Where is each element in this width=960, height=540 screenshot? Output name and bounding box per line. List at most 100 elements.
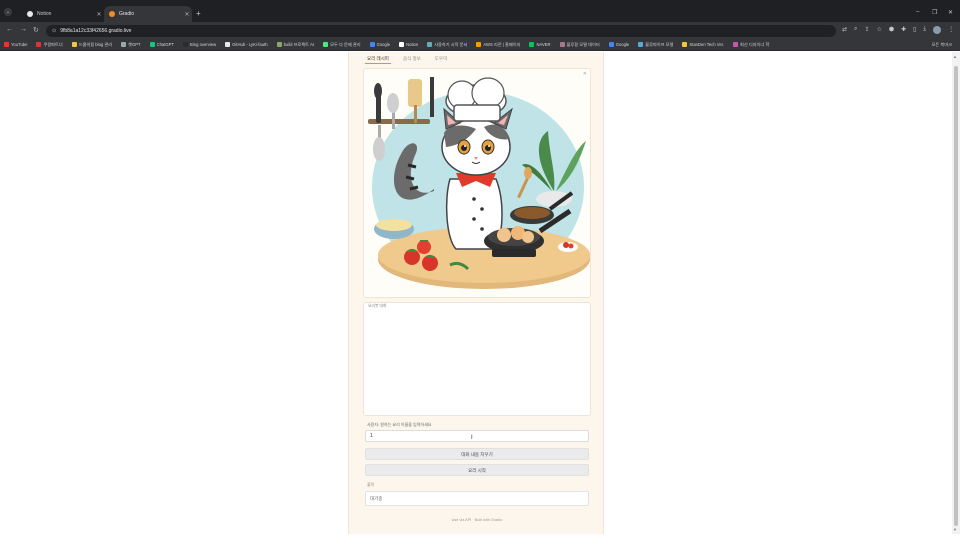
bookmark-label: 사용하기 시작 문서 [434,41,468,47]
bookmark-item[interactable]: Google [369,42,391,47]
page-content: 요리 레시피 음식 정보 도우미 ✕ 요리봇 대화 사용자: 원하는 요리 이름… [0,52,952,534]
all-bookmarks[interactable]: 모든 북마크 [932,42,952,48]
bookmark-item[interactable]: 드롭쉬핑 blog 관리 [71,42,112,48]
message-input[interactable]: 1 [365,430,589,442]
bookmark-favicon-icon [682,42,688,47]
profile-avatar[interactable] [933,26,942,34]
bookmark-favicon-icon [121,42,127,47]
bookmark-item[interactable]: NAVER [529,42,551,47]
start-cooking-button[interactable]: 요리 시작 [365,464,589,476]
bookmark-item[interactable]: 쿠팡파트너 [36,42,63,48]
bookmarks-bar: YouTube 쿠팡파트너 드롭쉬핑 blog 관리 챗GPT ChatGPT Bing … [0,39,960,51]
menu-icon[interactable]: ⋮ [948,26,954,34]
bookmark-favicon-icon [276,42,282,47]
tab-search-icon[interactable]: ⌄ [4,8,12,16]
text-cursor-icon: I [471,435,473,441]
clear-image-icon[interactable]: ✕ [583,71,587,77]
bookmark-label: Bing overview [190,42,217,47]
bookmark-favicon-icon [529,42,535,47]
translate-icon[interactable]: ⇄ [842,26,847,34]
new-tab-icon[interactable]: + [196,9,201,18]
bookmark-item[interactable]: GitHub - LyKi-fauth [225,42,268,47]
bookmark-item[interactable]: 챗GPT [121,41,141,48]
forward-icon[interactable]: → [20,26,27,33]
bookmark-favicon-icon [559,42,565,47]
bookmark-label: NAVER [536,42,551,47]
bookmark-label: 최신 디자이너 학 [740,41,770,47]
puzzle-icon[interactable]: ✚ [901,26,906,34]
back-icon[interactable]: ← [6,26,13,33]
output-label: 출력 [367,483,374,487]
bookmark-favicon-icon [369,42,375,47]
extension-icon[interactable]: ⬢ [889,26,894,34]
scroll-up-icon[interactable]: ▲ [953,54,957,59]
bookmark-item[interactable]: 모두 다 문제 관리 [323,41,361,48]
bookmark-item[interactable]: AWS 리전 | 홈페이지 [476,42,520,48]
bookmark-favicon-icon [183,42,189,47]
gradio-app: 요리 레시피 음식 정보 도우미 ✕ 요리봇 대화 사용자: 원하는 요리 이름… [348,52,604,534]
browser-tab-notion[interactable]: Notion ✕ [22,6,104,22]
reload-icon[interactable]: ↻ [33,26,39,34]
scroll-down-icon[interactable]: ▼ [953,527,957,532]
tab-title: Notion [37,11,52,17]
bookmark-item[interactable]: 최신 디자이너 학 [733,42,769,48]
bookmark-label: GitHub - LyKi-fauth [232,42,268,47]
bookmark-favicon-icon [323,42,329,47]
bookmark-favicon-icon [427,42,433,47]
bookmark-item[interactable]: Google [608,42,630,47]
close-window-icon[interactable]: ✕ [948,9,953,16]
download-icon[interactable]: ⤓ [923,26,926,34]
bookmark-item[interactable]: 블루핑 모델 데이터 [559,41,600,48]
tab-helper[interactable]: 도우미 [433,55,449,64]
bookmark-favicon-icon [638,42,644,47]
bookmark-item[interactable]: ChatGPT [149,42,175,47]
bookmark-label: 블루핑 모델 데이터 [566,41,600,47]
bookmark-label: 모두 다 문제 관리 [330,41,361,47]
bookmark-favicon-icon [36,42,42,47]
close-tab-icon[interactable]: ✕ [94,11,104,18]
footer-text: Use via API · Built with Gradio [451,518,503,522]
bookmark-favicon-icon [476,42,482,47]
bookmark-item[interactable]: build 프로젝트 AI [276,41,315,48]
notion-favicon-icon [27,11,33,17]
toolbar-actions: ⇄ ⌕ ⇪ ☆ ⬢ ✚ ▯ ⤓ ⋮ [842,26,954,34]
browser-toolbar: ← → ↻ ⊙ 9fb8a1a12c33f42656.gradio.live ⇄… [0,22,960,39]
share-icon[interactable]: ⇪ [864,26,869,34]
bookmark-label: Google [615,42,630,47]
bookmark-item[interactable]: 블루파이프 모델 [638,42,673,48]
bookmark-item[interactable]: YouTube [4,42,27,47]
zoom-icon[interactable]: ⌕ [854,26,857,34]
bookmark-star-icon[interactable]: ☆ [876,26,881,34]
bookmark-label: YouTube [11,42,28,47]
bookmark-item[interactable]: Bing overview [183,42,216,47]
site-info-icon[interactable]: ⊙ [52,28,56,34]
tab-food-info[interactable]: 음식 정보 [401,55,423,64]
bookmark-label: Notion [406,42,419,47]
bookmark-label: ChatGPT [156,42,175,47]
bookmark-label: AWS 리전 | 홈페이지 [483,41,521,47]
chatbot-label: 요리봇 대화 [368,304,387,308]
clear-chat-button[interactable]: 대화 내용 지우기 [365,448,589,460]
chef-cat-illustration [368,77,590,289]
gradio-favicon-icon [109,11,115,17]
minimize-icon[interactable]: – [916,9,919,15]
page-scrollbar[interactable]: ▲ ▼ [952,52,960,534]
bookmark-favicon-icon [225,42,231,47]
bookmark-item[interactable]: 사용하기 시작 문서 [427,42,467,48]
tab-recipe[interactable]: 요리 레시피 [365,55,391,64]
address-bar[interactable]: ⊙ 9fb8a1a12c33f42656.gradio.live [46,25,836,37]
chef-cat-image: ✕ [363,68,591,298]
browser-tab-gradio[interactable]: Gradio ✕ [104,6,192,22]
bookmark-label: Google [376,42,391,47]
bookmark-label: 챗GPT [128,41,141,47]
bookmark-item[interactable]: StanDen Tech Ver. [682,42,724,47]
bookmark-favicon-icon [4,42,9,47]
maximize-icon[interactable]: ❐ [932,9,937,16]
bookmark-label: StanDen Tech Ver. [689,42,724,47]
bookmark-label: build 프로젝트 AI [283,41,315,47]
close-tab-icon[interactable]: ✕ [182,11,192,18]
scrollbar-thumb[interactable] [954,66,958,526]
url-text: 9fb8a1a12c33f42656.gradio.live [60,28,132,34]
bookmark-item[interactable]: Notion [399,42,418,47]
sidepanel-icon[interactable]: ▯ [913,26,916,34]
